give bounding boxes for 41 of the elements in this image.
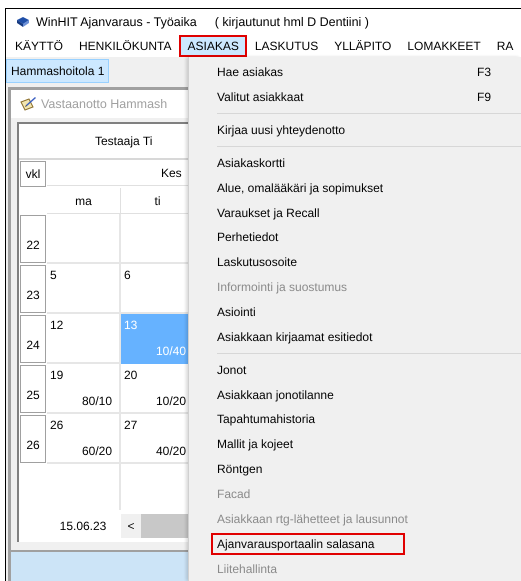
menu-item[interactable]: Asiakkaan kirjaamat esitiedot (215, 326, 519, 348)
week-number: 22 (20, 215, 46, 263)
menu-item[interactable]: Jonot (215, 358, 519, 381)
menu-item[interactable]: Valitut asiakkaat F9 (215, 86, 519, 108)
week-number: 24 (20, 315, 46, 363)
menu-item[interactable]: Ajanvarausportaalin salasana (211, 532, 405, 555)
menu-item[interactable]: Perhetiedot (215, 226, 519, 248)
day-cell[interactable] (47, 214, 121, 264)
menu-item[interactable]: Alue, omalääkäri ja sopimukset (215, 176, 519, 199)
menu-item[interactable]: Mallit ja kojeet (215, 433, 519, 456)
login-info: ( kirjautunut hml D Dentiini ) (214, 14, 369, 31)
week-header: vkl (20, 161, 46, 187)
day-cell[interactable]: 26 60/20 (47, 414, 121, 464)
day-cell[interactable]: 12 (47, 314, 121, 364)
tab[interactable]: Hammashoitola 1 (6, 59, 110, 83)
menu-bar-item[interactable]: LOMAKKEET (399, 35, 489, 57)
menu-item[interactable]: Röntgen (215, 458, 519, 480)
menu-item[interactable]: Asiakaskortti (215, 152, 519, 174)
menu-bar-item[interactable]: RA (488, 35, 521, 57)
menu-item[interactable]: Laskutusosoite (215, 251, 519, 274)
menu-item[interactable]: Hae asiakas F3 (215, 61, 519, 84)
child-window-title: Vastaanotto Hammash (41, 96, 168, 113)
menu-bar-item[interactable]: LASKUTUS (246, 35, 326, 57)
day-cell[interactable]: 19 80/10 (47, 364, 121, 414)
menu-item[interactable]: Asiointi (215, 301, 519, 324)
week-number: 25 (20, 365, 46, 413)
week-number: 26 (20, 415, 46, 463)
menu-bar-item[interactable]: HENKILÖKUNTA (71, 35, 180, 57)
notepad-pencil-icon (19, 96, 37, 112)
scroll-left-button[interactable]: < (121, 514, 141, 538)
menu-item[interactable]: Asiakkaan jonotilanne (215, 384, 519, 406)
menu-bar-item[interactable]: ASIAKAS (179, 35, 247, 57)
day-cell[interactable]: 5 (47, 264, 121, 314)
menu-item[interactable]: Kirjaa uusi yhteydenotto (215, 119, 519, 142)
window-title: WinHIT Ajanvaraus - Työaika (36, 14, 197, 31)
book-icon (16, 16, 30, 28)
menu-bar-item[interactable]: YLLÄPITO (326, 35, 400, 57)
menu-item[interactable]: Varaukset ja Recall (215, 202, 519, 224)
menu-bar-item[interactable]: KÄYTTÖ (7, 35, 72, 57)
menu-item[interactable]: Tapahtumahistoria (215, 408, 519, 430)
week-number: 23 (20, 265, 46, 313)
